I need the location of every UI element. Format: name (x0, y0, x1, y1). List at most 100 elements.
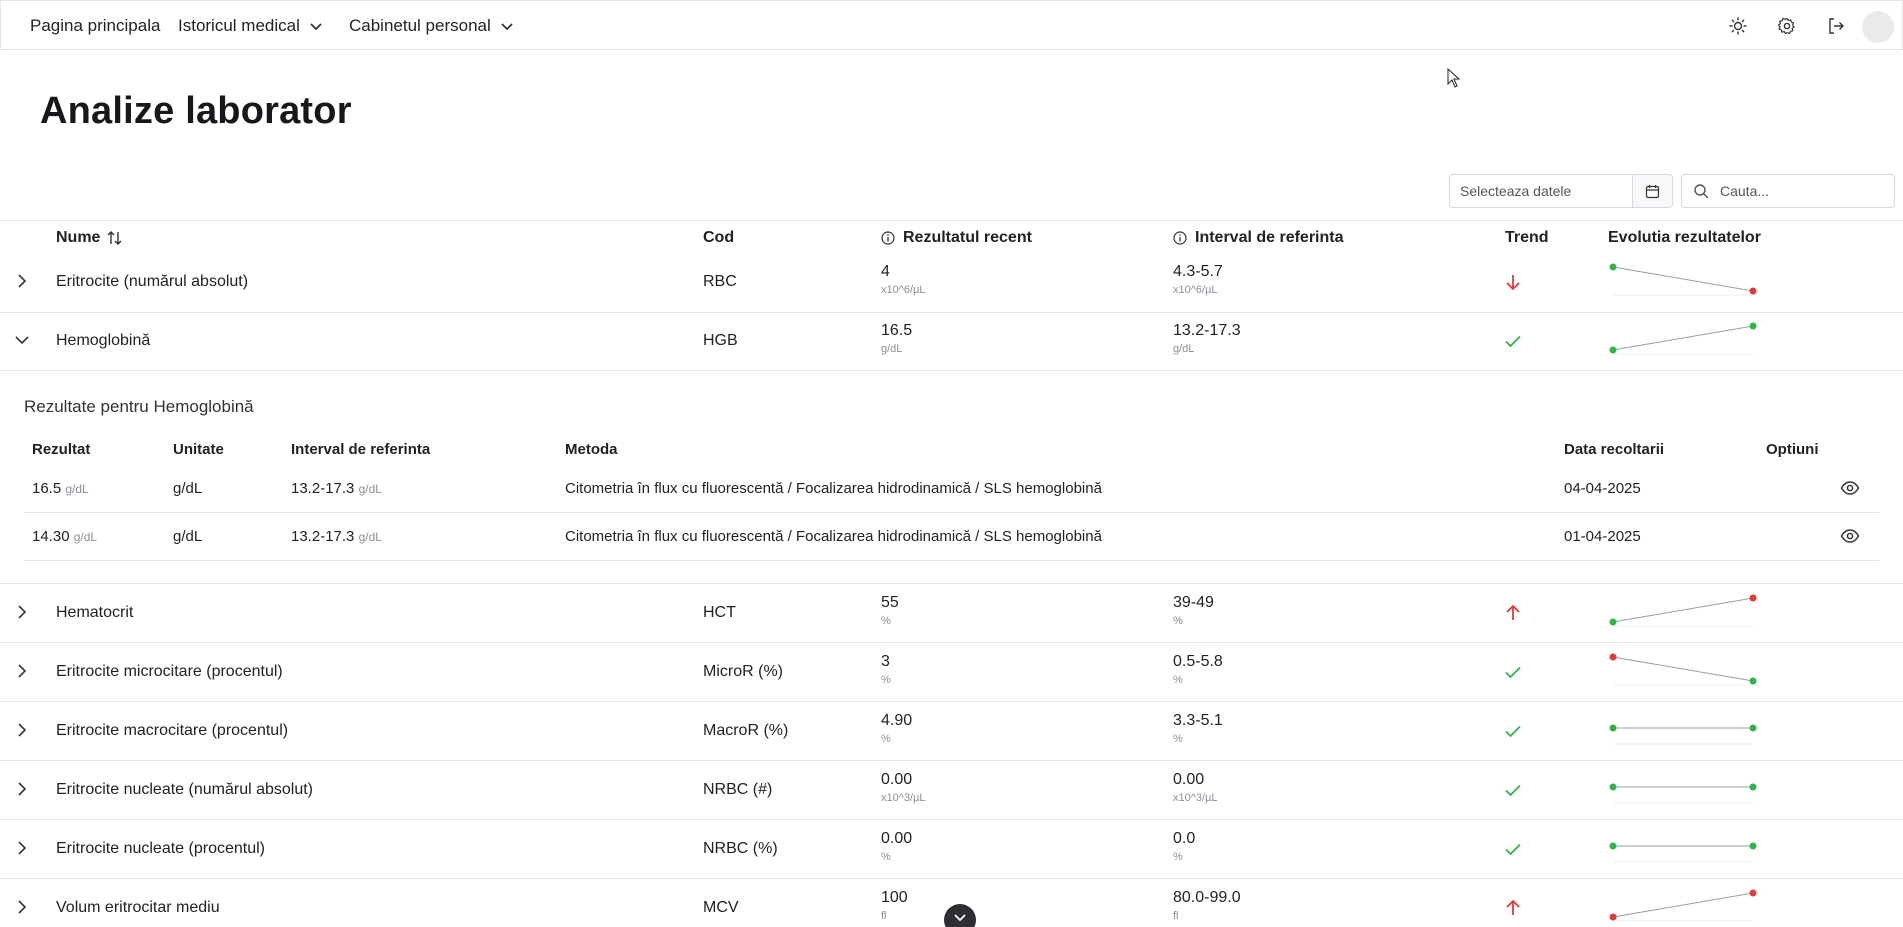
sun-icon[interactable] (1727, 15, 1749, 37)
row-name-text: Volum eritrocitar mediu (56, 899, 220, 916)
details-result: 14.30 g/dL (32, 528, 97, 545)
info-icon[interactable] (881, 231, 895, 245)
evolution-sparkline[interactable] (1608, 261, 1758, 297)
row-code-text: MCV (703, 899, 739, 916)
row-code-text: RBC (703, 273, 737, 290)
gear-icon[interactable] (1776, 15, 1798, 37)
eye-icon[interactable] (1840, 526, 1860, 546)
chevron-right-icon[interactable] (14, 781, 30, 797)
nav-cabinet-menu[interactable]: Cabinetul personal (349, 1, 515, 51)
row-recent-value-text: 0.00 (881, 771, 913, 788)
evolution-sparkline[interactable] (1608, 769, 1758, 805)
row-ref-unit: g/dL (1173, 343, 1195, 355)
evolution-sparkline[interactable] (1608, 887, 1758, 923)
row-code: MicroR (%) (703, 663, 783, 681)
row-ref-unit: % (1173, 674, 1183, 686)
sparkline-point (1609, 653, 1617, 661)
column-recent-label: Rezultatul recent (903, 229, 1032, 246)
date-range-input[interactable] (1450, 175, 1632, 207)
search-box[interactable] (1681, 174, 1895, 208)
check-icon (1505, 843, 1521, 856)
chevron-down-icon (501, 23, 513, 31)
row-recent-value: 4 x10^6/µL (881, 263, 926, 296)
nav-home-label: Pagina principala (30, 16, 161, 35)
sparkline-line (1612, 266, 1754, 292)
chevron-right-icon[interactable] (14, 273, 30, 289)
nav-history-menu[interactable]: Istoricul medical (178, 1, 324, 51)
column-header-code: Cod (703, 228, 734, 248)
check-icon (1505, 784, 1521, 797)
row-ref-range: 0.0% (1173, 830, 1195, 863)
table-row[interactable]: Hematocrit HCT 55% 39-49% (0, 584, 1903, 643)
row-ref-range-text: 80.0-99.0 (1173, 889, 1241, 906)
table-row[interactable]: Eritrocite macrocitare (procentul) MacroR… (0, 702, 1903, 761)
arrow-up-icon (1506, 604, 1520, 620)
row-recent-value-text: 100 (881, 889, 908, 906)
row-ref-range-text: 13.2-17.3 (1173, 322, 1241, 339)
row-code: RBC (703, 273, 737, 291)
check-icon (1505, 335, 1521, 348)
evolution-sparkline[interactable] (1608, 828, 1758, 864)
details-header-date: Data recoltarii (1564, 441, 1665, 458)
mouse-cursor-icon (1447, 67, 1461, 93)
row-recent-unit: x10^3/µL (881, 792, 926, 804)
row-recent-value: 16.5 g/dL (881, 322, 912, 355)
table-row[interactable]: Eritrocite nucleate (procentul) NRBC (%) 0… (0, 820, 1903, 879)
nav-home-link[interactable]: Pagina principala (30, 1, 160, 51)
row-ref-range: 13.2-17.3 g/dL (1173, 322, 1241, 355)
row-recent-unit: % (881, 733, 891, 745)
calendar-button[interactable] (1632, 175, 1672, 207)
nav-cabinet-label: Cabinetul personal (349, 16, 491, 35)
nav-history-label: Istoricul medical (178, 16, 300, 35)
table-row[interactable]: Eritrocite nucleate (numărul absolut) NRB… (0, 761, 1903, 820)
sparkline-point (1749, 322, 1757, 330)
chevron-down-icon[interactable] (14, 332, 30, 348)
search-input[interactable] (1720, 183, 1880, 199)
eye-icon[interactable] (1840, 478, 1860, 498)
row-name-text: Eritrocite macrocitare (procentul) (56, 722, 289, 739)
row-ref-range: 0.5-5.8% (1173, 653, 1223, 686)
column-header-name[interactable]: Nume (56, 228, 124, 248)
details-result-value: 14.30 (32, 528, 70, 545)
table-row[interactable]: Eritrocite microcitare (procentul) MicroR… (0, 643, 1903, 702)
chevron-down-icon (954, 914, 966, 922)
details-header-unit: Unitate (173, 441, 224, 458)
column-header-ref: Interval de referinta (1173, 228, 1344, 248)
sparkline-point (1609, 618, 1617, 626)
chevron-right-icon[interactable] (14, 722, 30, 738)
details-result-unit: g/dL (73, 530, 98, 544)
row-code: NRBC (#) (703, 781, 772, 799)
sparkline-point (1749, 842, 1757, 850)
row-ref-range-text: 3.3-5.1 (1173, 712, 1223, 729)
row-ref-range: 4.3-5.7 x10^6/µL (1173, 263, 1223, 296)
chevron-right-icon[interactable] (14, 663, 30, 679)
evolution-sparkline[interactable] (1608, 651, 1758, 687)
details-row: 16.5 g/dL g/dL 13.2-17.3 g/dL Citometria… (24, 465, 1879, 513)
details-header-result: Rezultat (32, 441, 91, 458)
table-row[interactable]: Eritrocite (numărul absolut) RBC 4 x10^6/µL… (0, 253, 1903, 313)
row-ref-range: 80.0-99.0 fl (1173, 889, 1241, 922)
row-ref-range-text: 0.00 (1173, 771, 1205, 788)
row-recent-value-text: 3 (881, 653, 890, 670)
details-ref-unit: g/dL (358, 482, 382, 496)
info-icon[interactable] (1173, 231, 1187, 245)
chevron-right-icon[interactable] (14, 840, 30, 856)
evolution-sparkline[interactable] (1608, 320, 1758, 356)
chevron-right-icon[interactable] (14, 604, 30, 620)
column-ref-label: Interval de referinta (1195, 229, 1344, 246)
date-range-picker[interactable] (1449, 174, 1673, 208)
row-ref-unit: % (1173, 851, 1183, 863)
details-method: Citometria în flux cu fluorescentă / Foc… (565, 528, 1102, 545)
sort-icon[interactable] (106, 229, 124, 247)
avatar[interactable] (1862, 11, 1894, 43)
table-row[interactable]: Hemoglobină HGB 16.5 g/dL 13.2-17.3 g/dL (0, 312, 1903, 371)
row-code-text: HGB (703, 332, 738, 349)
arrow-up-icon (1506, 899, 1520, 915)
row-ref-unit: % (1173, 615, 1183, 627)
details-header-options: Optiuni (1766, 441, 1819, 458)
chevron-right-icon[interactable] (14, 899, 30, 915)
row-ref-range-text: 4.3-5.7 (1173, 263, 1223, 280)
evolution-sparkline[interactable] (1608, 710, 1758, 746)
logout-icon[interactable] (1825, 15, 1847, 37)
evolution-sparkline[interactable] (1608, 592, 1758, 628)
